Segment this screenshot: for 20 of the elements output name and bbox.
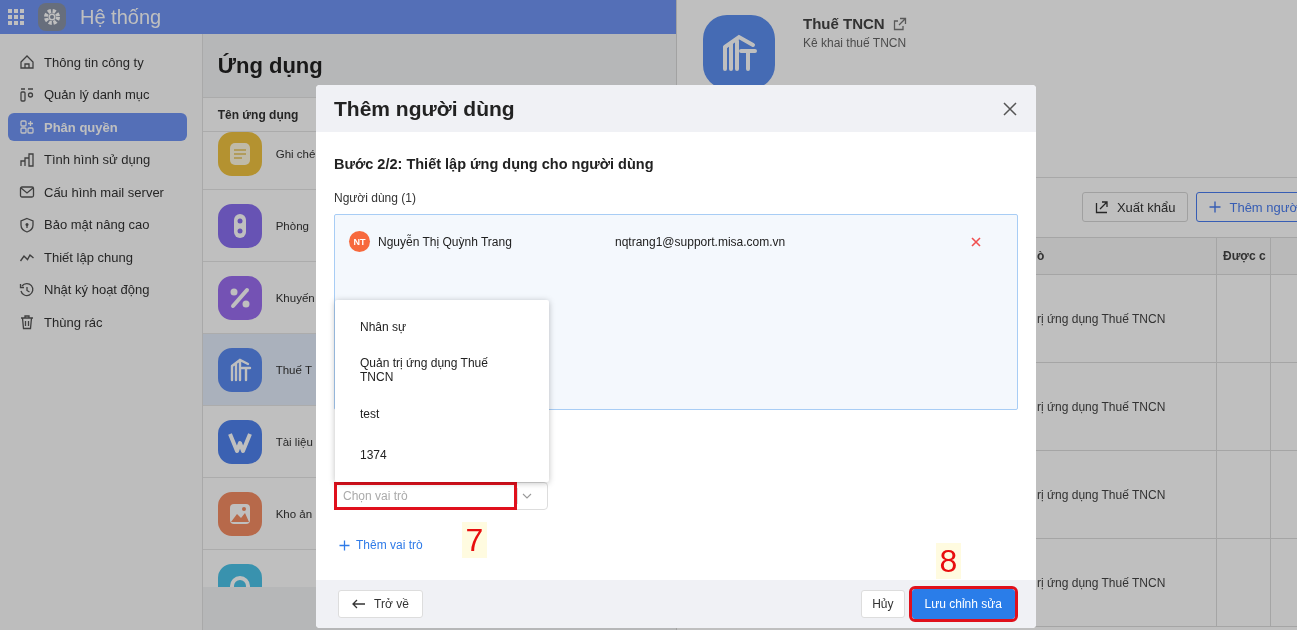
- user-email: nqtrang1@support.misa.com.vn: [615, 234, 787, 249]
- app-subtitle: Kê khai thuế TNCN: [803, 36, 907, 50]
- app-name: Thuế T: [275, 363, 312, 376]
- app-name: Phòng: [275, 219, 309, 232]
- app-title: Hệ thống: [80, 5, 162, 29]
- column-header: Được c: [1217, 238, 1271, 274]
- user-name: Nguyễn Thị Quỳnh Trang: [378, 234, 513, 249]
- app-name: Kho ản: [275, 507, 313, 520]
- step-number: 7: [462, 522, 487, 558]
- avatar: NT: [349, 231, 370, 252]
- section-label: Người dùng (1): [334, 191, 417, 205]
- dialog-title: Thêm người dùng: [334, 96, 515, 121]
- step-heading: Bước 2/2: Thiết lập ứng dụng cho người dùng: [334, 156, 655, 172]
- panel-title: Ứng dụng: [216, 51, 324, 80]
- app-name: Ghi ché: [275, 147, 316, 160]
- app-name: Tài liệu: [275, 435, 313, 448]
- column-header: Tên ứng dụng: [217, 107, 299, 122]
- app-name: Khuyến: [275, 291, 315, 304]
- step-number: 8: [936, 543, 961, 579]
- app-title: Thuế TNCN: [803, 15, 885, 32]
